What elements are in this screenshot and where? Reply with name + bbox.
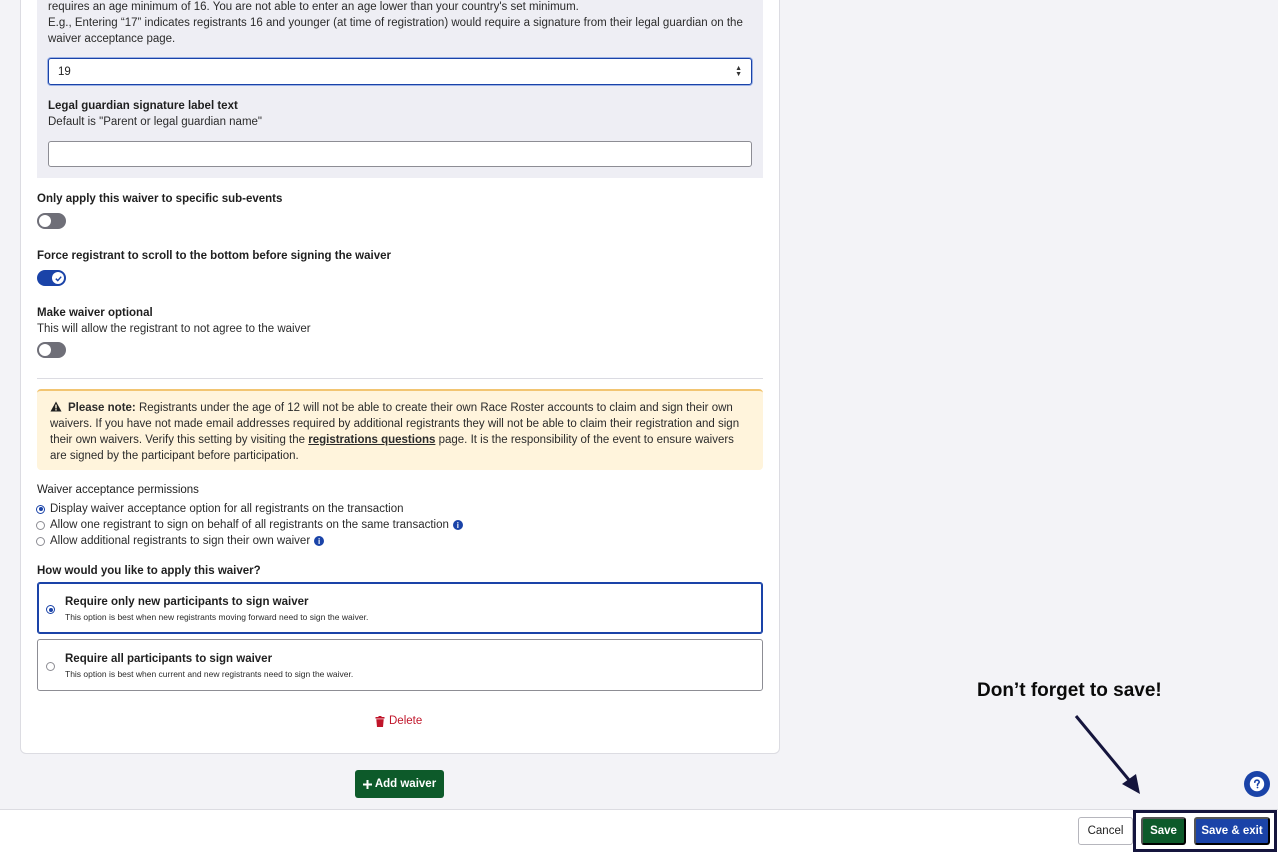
registration-questions-link[interactable]: registrations questions (308, 434, 435, 446)
number-stepper-icon[interactable]: ▲ ▼ (735, 65, 742, 78)
apply-option-all-participants[interactable]: Require all participants to sign waiver … (37, 639, 763, 691)
age-minimum-input[interactable]: 19 ▲ ▼ (48, 58, 752, 85)
guardian-default-hint: Default is "Parent or legal guardian nam… (48, 116, 263, 128)
save-exit-button[interactable]: Save & exit (1194, 817, 1270, 845)
permission-option-label: Display waiver acceptance option for all… (50, 503, 404, 515)
apply-option-title: Require only new participants to sign wa… (65, 596, 309, 608)
delete-label: Delete (389, 715, 423, 727)
optional-toggle[interactable] (37, 342, 66, 358)
apply-title: How would you like to apply this waiver? (37, 565, 261, 577)
radio-button[interactable] (46, 662, 55, 671)
radio-button[interactable] (36, 520, 45, 530)
toggle-knob (52, 272, 64, 284)
force-scroll-label: Force registrant to scroll to the bottom… (37, 250, 391, 262)
age-description-line: E.g., Entering “17” indicates registrant… (48, 17, 743, 29)
apply-option-description: This option is best when new registrants… (65, 612, 369, 622)
help-icon (1249, 776, 1265, 792)
optional-label: Make waiver optional (37, 307, 153, 319)
permission-option-additional[interactable]: Allow additional registrants to sign the… (36, 535, 325, 547)
add-waiver-button[interactable]: Add waiver (355, 770, 444, 798)
trash-icon (375, 715, 385, 727)
force-scroll-toggle[interactable] (37, 270, 66, 286)
warning-icon (50, 401, 62, 412)
toggle-knob (39, 344, 51, 356)
section-divider (37, 378, 763, 379)
age-description-line: waiver acceptance page. (48, 33, 176, 45)
please-note-callout: Please note: Registrants under the age o… (37, 389, 763, 470)
add-waiver-label: Add waiver (374, 778, 437, 790)
guardian-label-input[interactable] (48, 141, 752, 167)
info-icon[interactable]: i (314, 536, 325, 546)
optional-description: This will allow the registrant to not ag… (37, 323, 311, 335)
apply-option-description: This option is best when current and new… (65, 669, 354, 679)
help-button[interactable] (1244, 771, 1270, 797)
cancel-button[interactable]: Cancel (1078, 817, 1133, 845)
guardian-label: Legal guardian signature label text (48, 100, 238, 112)
permission-option-label: Allow additional registrants to sign the… (50, 535, 311, 547)
apply-option-title: Require all participants to sign waiver (65, 653, 273, 665)
info-icon[interactable]: i (452, 520, 463, 530)
sub-events-toggle[interactable] (37, 213, 66, 229)
arrow-annotation-icon (1074, 715, 1140, 794)
radio-button[interactable] (46, 605, 55, 614)
save-button[interactable]: Save (1141, 817, 1186, 845)
plus-icon (362, 779, 372, 789)
toggle-knob (39, 215, 51, 227)
save-reminder-annotation: Don’t forget to save! (977, 680, 1162, 701)
radio-button[interactable] (36, 536, 45, 546)
permission-option-one-for-all[interactable]: Allow one registrant to sign on behalf o… (36, 519, 463, 531)
check-icon (54, 275, 62, 282)
age-minimum-value: 19 (58, 65, 71, 78)
permission-option-all[interactable]: Display waiver acceptance option for all… (36, 503, 404, 515)
delete-waiver-button[interactable]: Delete (375, 715, 422, 727)
note-heading: Please note: (68, 402, 136, 414)
permission-option-label: Allow one registrant to sign on behalf o… (50, 519, 449, 531)
permissions-title: Waiver acceptance permissions (37, 484, 199, 496)
apply-option-new-participants[interactable]: Require only new participants to sign wa… (37, 582, 763, 634)
radio-button[interactable] (36, 504, 45, 514)
age-description: requires an age minimum of 16. You are n… (48, 0, 748, 47)
sub-events-label: Only apply this waiver to specific sub-e… (37, 193, 283, 205)
age-description-line: requires an age minimum of 16. You are n… (48, 1, 579, 13)
